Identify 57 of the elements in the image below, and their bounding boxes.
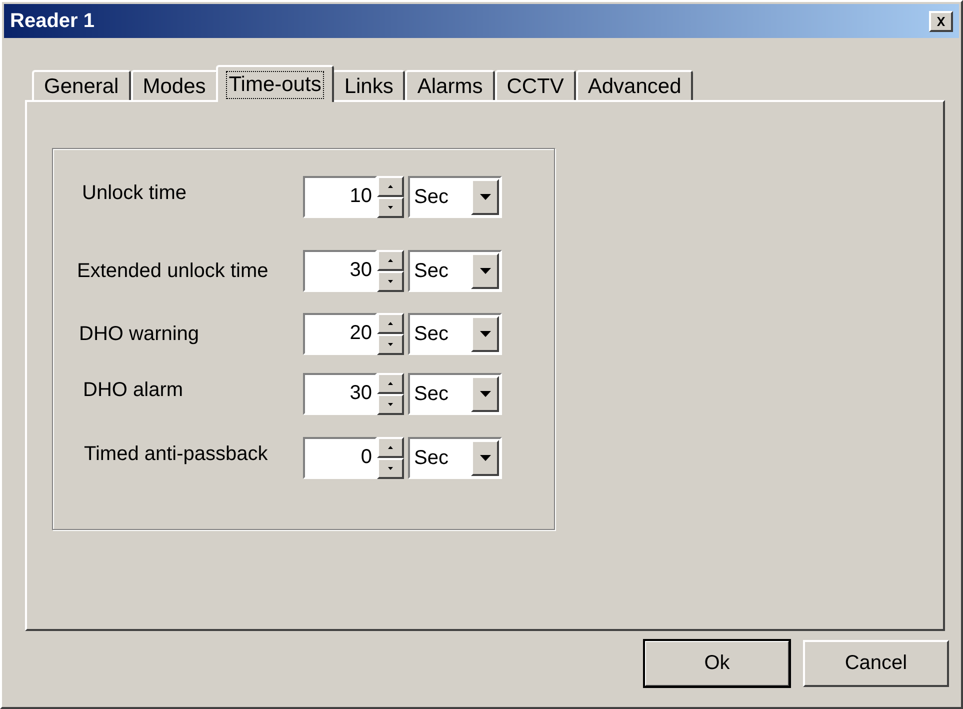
down-arrow-icon	[388, 343, 393, 346]
cancel-button[interactable]: Cancel	[803, 640, 949, 687]
dropdown-value: Sec	[413, 322, 448, 346]
spin-up-button[interactable]	[377, 437, 404, 458]
number-field[interactable]: 0	[303, 437, 377, 479]
tab[interactable]: Alarms	[405, 70, 495, 102]
spin-down-button[interactable]	[377, 271, 404, 292]
tab[interactable]: Advanced	[576, 70, 694, 102]
dropdown-value: Sec	[413, 382, 448, 406]
number-field[interactable]: 10	[303, 176, 377, 218]
field-label: Timed anti-passback	[84, 442, 268, 466]
dropdown-arrow-icon	[480, 194, 490, 200]
tab[interactable]: Time-outs	[216, 65, 334, 102]
field-label: Unlock time	[82, 182, 186, 204]
number-field[interactable]: 20	[303, 313, 377, 355]
dropdown-arrow-icon	[480, 455, 490, 461]
unit-dropdown[interactable]: Sec	[408, 250, 502, 292]
dropdown-arrow-icon	[480, 331, 490, 337]
down-arrow-icon	[388, 280, 393, 283]
tab[interactable]: General	[32, 70, 131, 102]
dropdown-arrow-icon	[480, 391, 490, 397]
dropdown-value: Sec	[413, 186, 448, 208]
up-arrow-icon	[388, 446, 393, 449]
number-field[interactable]: 30	[303, 373, 377, 415]
number-field[interactable]: 30	[303, 250, 377, 292]
spin-up-button[interactable]	[377, 250, 404, 271]
close-button[interactable]	[929, 10, 953, 32]
unit-dropdown[interactable]: Sec	[408, 313, 502, 355]
down-arrow-icon	[388, 206, 393, 209]
window-title: Reader 1	[10, 10, 94, 32]
dropdown-arrow-icon	[480, 268, 490, 274]
spin-down-button[interactable]	[377, 394, 404, 415]
up-arrow-icon	[388, 185, 393, 188]
dropdown-value: Sec	[413, 260, 448, 282]
dropdown-value: Sec	[413, 446, 448, 470]
ok-button[interactable]: Ok	[644, 640, 790, 687]
spin-up-button[interactable]	[377, 373, 404, 394]
field-label: DHO warning	[79, 322, 200, 346]
unit-dropdown[interactable]: Sec	[408, 437, 502, 479]
close-icon	[936, 16, 946, 26]
spin-down-button[interactable]	[377, 458, 404, 479]
spin-up-button[interactable]	[377, 313, 404, 334]
field-label: DHO alarm	[83, 378, 184, 402]
unit-dropdown[interactable]: Sec	[408, 373, 502, 415]
down-arrow-icon	[388, 403, 393, 406]
tab[interactable]: Links	[332, 70, 406, 102]
up-arrow-icon	[388, 322, 393, 325]
spin-down-button[interactable]	[377, 334, 404, 355]
spin-up-button[interactable]	[377, 176, 404, 197]
up-arrow-icon	[388, 259, 393, 262]
tab[interactable]: CCTV	[494, 70, 576, 102]
down-arrow-icon	[388, 467, 393, 470]
up-arrow-icon	[388, 382, 393, 385]
spin-down-button[interactable]	[377, 197, 404, 218]
field-label: Extended unlock time	[77, 260, 268, 282]
unit-dropdown[interactable]: Sec	[408, 176, 502, 218]
tab[interactable]: Modes	[130, 70, 218, 102]
